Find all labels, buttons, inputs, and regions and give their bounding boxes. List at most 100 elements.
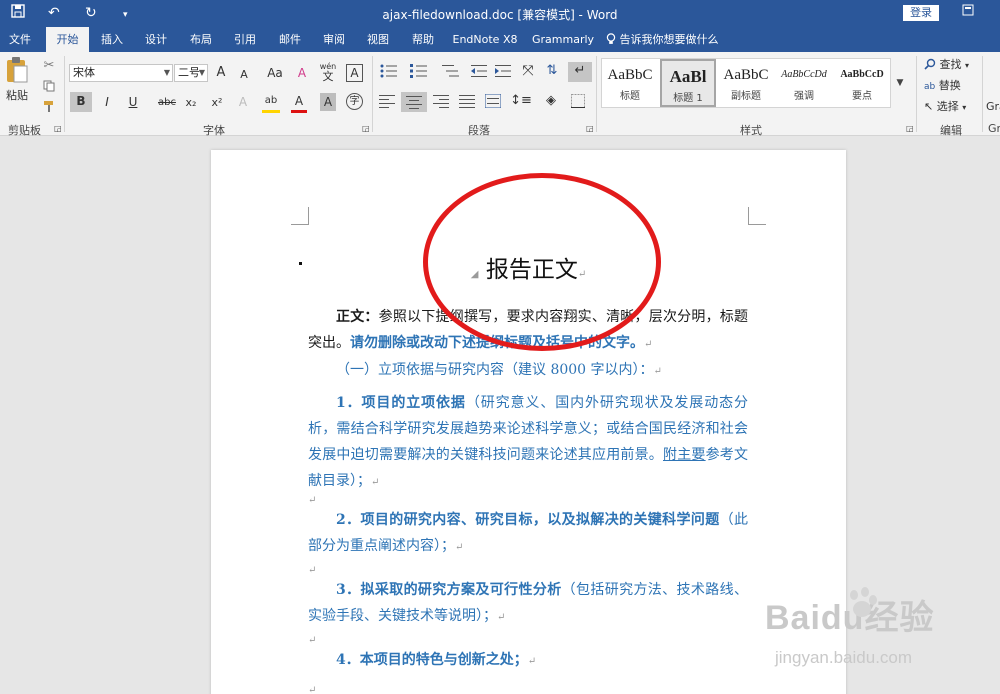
font-color-button[interactable]: A (291, 92, 307, 113)
cut-icon[interactable]: ✂ (42, 57, 56, 75)
replace-label: 替换 (938, 79, 961, 92)
replace-button[interactable]: ab 替换 (924, 77, 980, 96)
baidu-watermark: Baidu经验 jingyan.baidu.com (765, 587, 990, 685)
char-border-button[interactable]: A (346, 64, 363, 82)
title-bar: ↶ ↻ ▾ ajax-filedownload.doc [兼容模式] - Wor… (0, 0, 1000, 27)
styles-launcher-icon[interactable]: ◲ (906, 124, 914, 133)
item-4-heading: 4．本项目的特色与创新之处； (336, 652, 528, 668)
format-painter-icon[interactable] (42, 100, 56, 118)
underline-button[interactable]: U (126, 93, 140, 111)
style-sample: AaBl (669, 67, 707, 86)
select-button[interactable]: ↖ 选择 ▾ (924, 98, 980, 117)
numbering-icon[interactable] (408, 64, 430, 83)
copy-icon[interactable] (42, 79, 56, 97)
tell-me-label: 告诉我你想要做什么 (619, 33, 719, 46)
tab-grammarly[interactable]: Grammarly (532, 27, 594, 52)
styles-gallery: AaBbC 标题 AaBl 标题 1 AaBbC 副标题 AaBbCcDd 强调… (601, 58, 891, 108)
phonetic-guide-button[interactable]: wén 文 (318, 62, 338, 83)
grammarly-button[interactable]: Gra (986, 98, 1000, 116)
red-highlight-circle (423, 173, 661, 351)
strikethrough-button[interactable]: abc (156, 94, 178, 112)
align-right-icon[interactable] (432, 94, 450, 113)
grammarly-group-label: Gra (988, 122, 1000, 135)
tab-insert[interactable]: 插入 (92, 27, 132, 52)
tab-mailings[interactable]: 邮件 (270, 27, 310, 52)
paste-button[interactable]: 粘贴 (4, 56, 30, 104)
margin-corner-mark (291, 207, 309, 225)
bullets-icon[interactable] (378, 64, 400, 83)
find-button[interactable]: 查找 ▾ (924, 56, 980, 75)
paragraph-launcher-icon[interactable]: ◲ (586, 124, 594, 133)
style-heading-1[interactable]: AaBl 标题 1 (660, 59, 716, 107)
multilevel-list-icon[interactable] (440, 64, 462, 83)
item-1-link[interactable]: 附主要 (663, 447, 706, 463)
tab-view[interactable]: 视图 (358, 27, 398, 52)
tab-layout[interactable]: 布局 (181, 27, 221, 52)
clipboard-group-label: 剪贴板 (8, 124, 41, 137)
tab-design[interactable]: 设计 (136, 27, 176, 52)
tab-home[interactable]: 开始 (46, 27, 89, 52)
italic-button[interactable]: I (100, 93, 114, 111)
line-spacing-icon[interactable]: ↕≡ (510, 92, 532, 110)
font-size-combo[interactable]: 二号 ▼ (174, 64, 208, 82)
style-title[interactable]: AaBbC 标题 (602, 59, 658, 107)
font-launcher-icon[interactable]: ◲ (362, 124, 370, 133)
empty-paragraph[interactable]: ↵ (308, 676, 748, 694)
change-case-button[interactable]: Aa (265, 64, 285, 82)
highlight-button[interactable]: ab (262, 92, 280, 113)
paragraph-mark: ↵ (308, 495, 317, 506)
style-emphasis[interactable]: AaBbCcDd 强调 (776, 59, 832, 107)
style-strong[interactable]: AaBbCcD 要点 (834, 59, 890, 107)
tab-endnote[interactable]: EndNote X8 (452, 27, 518, 52)
tell-me-box[interactable]: 告诉我你想要做什么 (606, 27, 719, 52)
separator (596, 56, 597, 132)
separator (372, 56, 373, 132)
borders-icon[interactable] (568, 94, 588, 113)
superscript-button[interactable]: x² (208, 94, 226, 112)
text-effects-button[interactable]: A (236, 93, 250, 111)
login-button[interactable]: 登录 (903, 5, 939, 21)
decrease-indent-icon[interactable] (470, 64, 488, 83)
style-subtitle[interactable]: AaBbC 副标题 (718, 59, 774, 107)
justify-icon[interactable] (458, 94, 476, 113)
item-2-paragraph[interactable]: 2．项目的研究内容、研究目标，以及拟解决的关键科学问题（此部分为重点阐述内容）；… (308, 507, 748, 561)
subscript-button[interactable]: x₂ (182, 94, 200, 112)
clipboard-launcher-icon[interactable]: ◲ (54, 124, 62, 133)
ribbon-display-icon[interactable] (962, 4, 974, 19)
font-name-combo[interactable]: 宋体 ▼ (69, 64, 173, 82)
shading-icon[interactable]: ◈ (540, 92, 562, 110)
tab-file[interactable]: 文件 (0, 27, 40, 52)
item-1-paragraph[interactable]: 1．项目的立项依据（研究意义、国内外研究现状及发展动态分析，需结合科学研究发展趋… (308, 390, 748, 496)
item-3-paragraph[interactable]: 3．拟采取的研究方案及可行性分析（包括研究方法、技术路线、实验手段、关键技术等说… (308, 577, 748, 631)
sort-icon[interactable]: ⇅ (544, 62, 560, 80)
bold-button[interactable]: B (70, 92, 92, 112)
paragraph-mark: ↵ (308, 635, 317, 646)
font-size-value: 二号 (178, 66, 200, 79)
separator (64, 56, 65, 132)
tab-help[interactable]: 帮助 (403, 27, 443, 52)
align-center-icon[interactable] (401, 92, 427, 112)
ribbon-tabs: 文件 开始 插入 设计 布局 引用 邮件 审阅 视图 帮助 EndNote X8… (0, 27, 1000, 52)
show-marks-icon[interactable]: ↵ (568, 62, 592, 82)
watermark-url: jingyan.baidu.com (775, 648, 913, 667)
tab-review[interactable]: 审阅 (314, 27, 354, 52)
ribbon: 粘贴 ✂ 剪贴板 ◲ 宋体 ▼ 二号 ▼ A A Aa A wén 文 A B I… (0, 52, 1000, 137)
tab-references[interactable]: 引用 (225, 27, 265, 52)
grow-font-button[interactable]: A (214, 64, 228, 82)
distributed-icon[interactable] (484, 93, 502, 113)
char-shading-button[interactable]: A (320, 93, 336, 111)
styles-more-icon[interactable]: ▼ (893, 58, 907, 108)
section-heading[interactable]: （一）立项依据与研究内容（建议 8000 字以内）：↵ (308, 357, 748, 385)
enclose-char-button[interactable]: 字 (346, 93, 363, 110)
item-4-paragraph[interactable]: 4．本项目的特色与创新之处；↵ (308, 647, 748, 675)
increase-indent-icon[interactable] (494, 64, 512, 83)
paragraph-mark: ↵ (308, 685, 317, 694)
item-1-heading: 1．项目的立项依据 (336, 395, 466, 411)
align-left-icon[interactable] (378, 94, 396, 113)
style-sample: AaBbCcDd (781, 69, 827, 80)
clear-format-button[interactable]: A (294, 64, 310, 82)
style-name: 标题 (620, 91, 640, 102)
shrink-font-button[interactable]: A (238, 66, 250, 84)
paragraph-mark: ↵ (308, 565, 317, 576)
chinese-layout-icon[interactable]: ⤧ (518, 62, 538, 80)
